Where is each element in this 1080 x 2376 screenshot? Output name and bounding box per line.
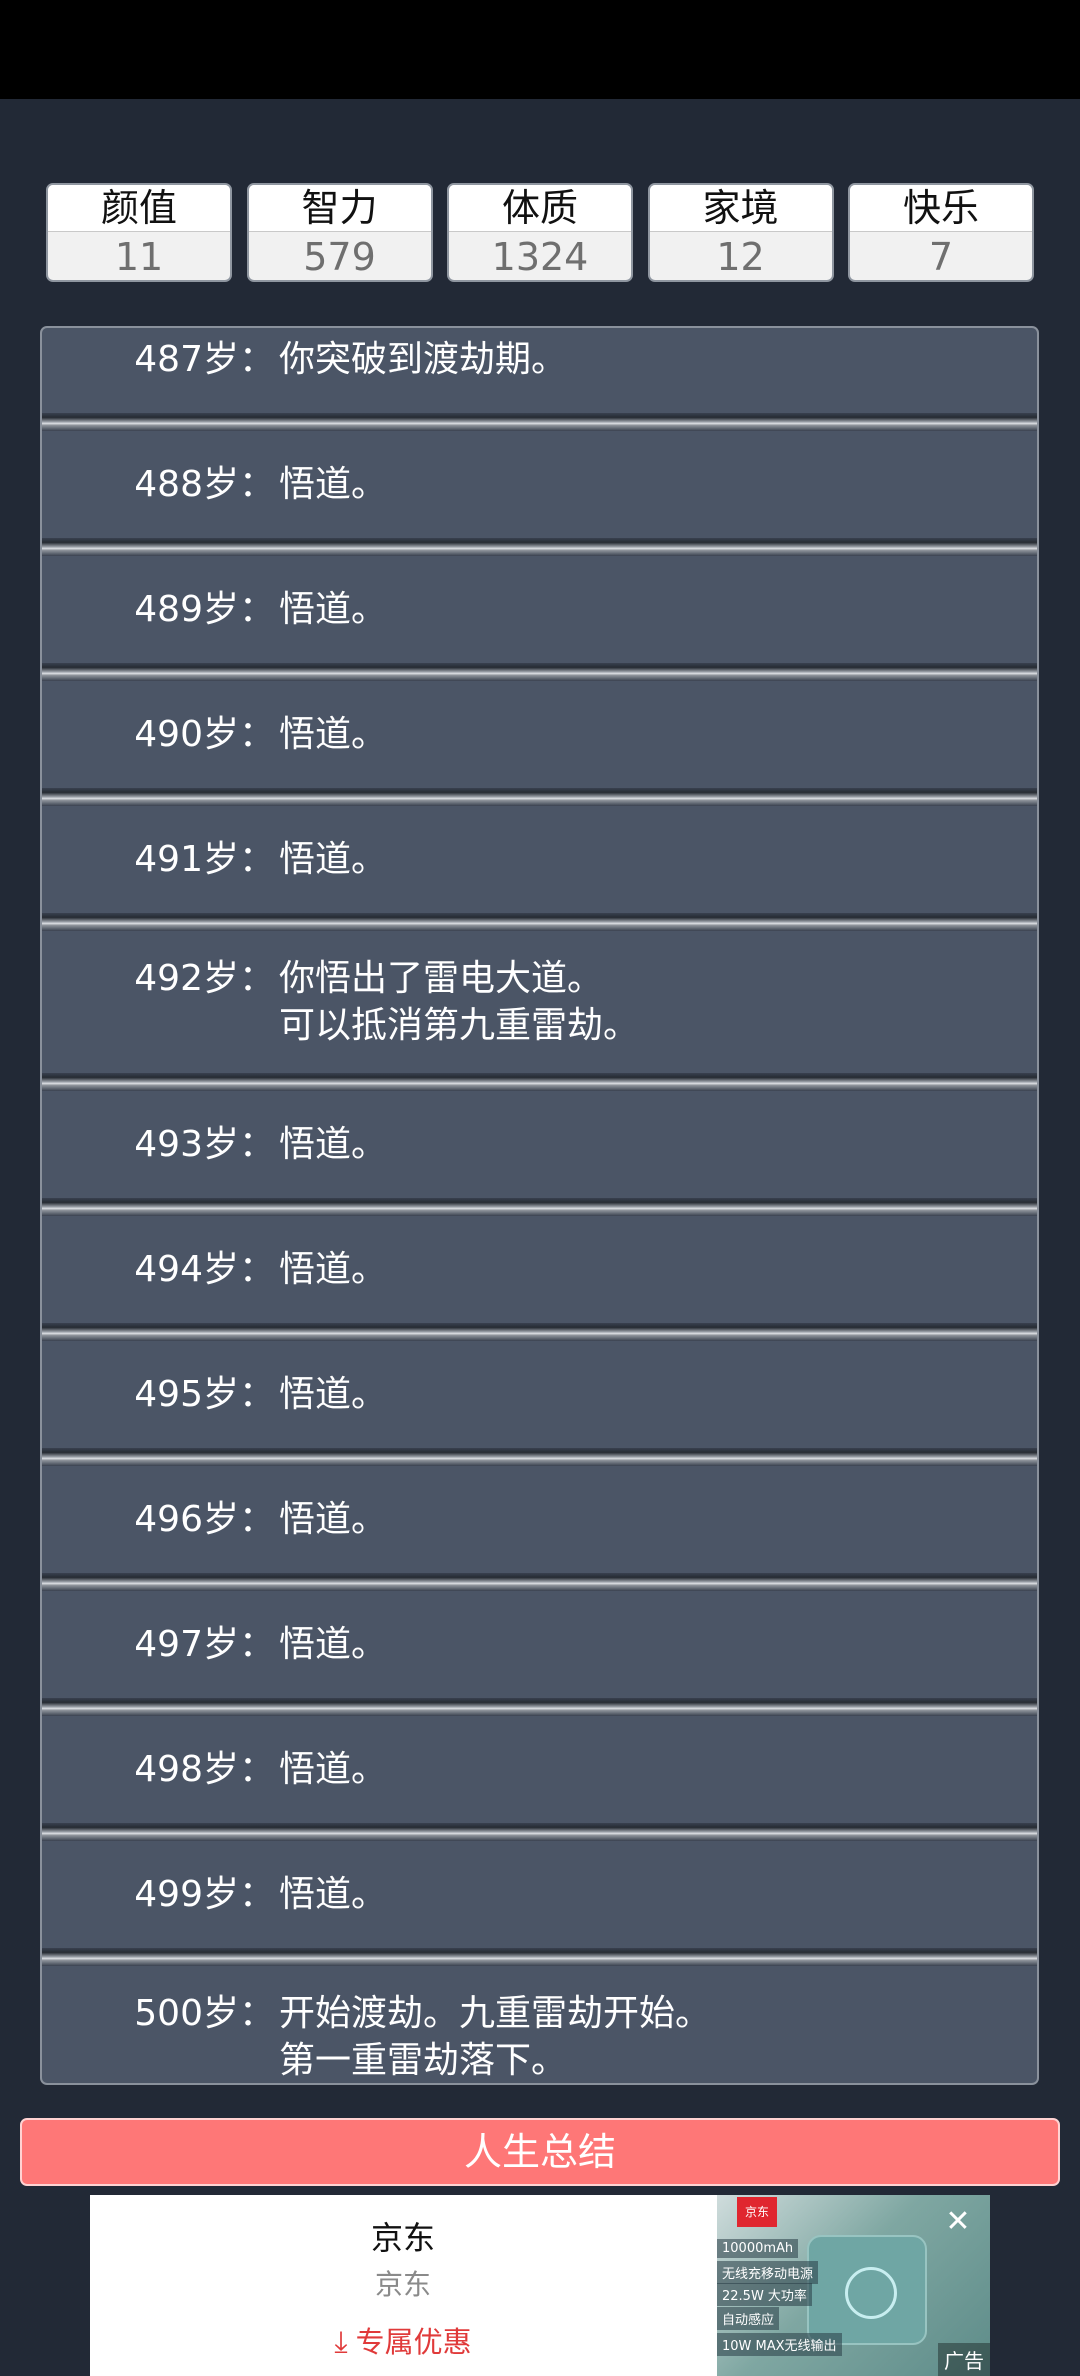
log-entry: 492岁： 你悟出了雷电大道。 可以抵消第九重雷劫。 xyxy=(42,931,1037,1091)
log-entry-age: 488岁： xyxy=(134,464,275,505)
ad-image-text: 22.5W 大功率 xyxy=(717,2283,812,2306)
power-bank-image xyxy=(807,2235,927,2345)
log-entry: 498岁： 悟道。 xyxy=(42,1716,1037,1841)
log-entry-age: 489岁： xyxy=(134,589,275,630)
log-entry-events: 你悟出了雷电大道。 可以抵消第九重雷劫。 xyxy=(275,955,639,1049)
log-entry-events: 悟道。 xyxy=(275,1746,387,1793)
stat-appearance: 颜值 11 xyxy=(46,183,232,282)
stat-label: 颜值 xyxy=(48,185,230,232)
life-log-list: 487岁： 你突破到渡劫期。 488岁： 悟道。 489岁： 悟道。 490岁： 悟道。 491… xyxy=(42,328,1037,2085)
log-entry: 500岁：开始渡劫。九重雷劫开始。第一重雷劫落下。第二重雷劫落下。第三重雷劫落下… xyxy=(42,1966,1037,2085)
ad-cta-label: 专属优惠 xyxy=(355,2325,472,2359)
ad-image-text: 自动感应 xyxy=(717,2307,780,2330)
stats-bar: 颜值 11 智力 579 体质 1324 家境 12 快乐 7 xyxy=(46,183,1034,283)
ad-image-text: 10W MAX无线输出 xyxy=(717,2333,842,2356)
stat-label: 体质 xyxy=(449,185,631,232)
log-entry: 488岁： 悟道。 xyxy=(42,431,1037,556)
log-entry: 490岁： 悟道。 xyxy=(42,681,1037,806)
stat-value: 579 xyxy=(303,235,376,279)
log-entry-age: 491岁： xyxy=(134,839,275,880)
log-entry-event: 你悟出了雷电大道。 xyxy=(279,958,604,999)
log-entry-events: 悟道。 xyxy=(275,586,387,633)
log-entry-events: 悟道。 xyxy=(275,1871,387,1918)
stat-value: 11 xyxy=(114,235,164,279)
log-entry-event: 开始渡劫。九重雷劫开始。 xyxy=(279,1993,712,2034)
log-entry-age: 500岁： xyxy=(134,1993,275,2034)
log-entry-event: 悟道。 xyxy=(279,714,388,755)
ad-image-text: 10000mAh xyxy=(717,2239,799,2258)
ad-image[interactable]: 京东 10000mAh 无线充移动电源 22.5W 大功率 自动感应 10W M… xyxy=(717,2195,990,2376)
log-entry: 494岁： 悟道。 xyxy=(42,1216,1037,1341)
stat-value: 1324 xyxy=(491,235,589,279)
ad-banner[interactable]: 京东 京东 ⤓ 专属优惠 京东 10000mAh 无线充移动电源 22.5W 大功… xyxy=(90,2195,990,2376)
log-entry-event: 悟道。 xyxy=(279,1749,388,1790)
log-entry: 499岁： 悟道。 xyxy=(42,1841,1037,1966)
close-icon[interactable]: ✕ xyxy=(941,2205,975,2239)
log-entry-event: 悟道。 xyxy=(279,839,388,880)
log-entry-age: 487岁： xyxy=(134,339,275,380)
log-entry-age: 496岁： xyxy=(134,1499,275,1540)
life-summary-button[interactable]: 人生总结 xyxy=(20,2118,1060,2186)
log-entry-events: 悟道。 xyxy=(275,1371,387,1418)
log-entry-age: 499岁： xyxy=(134,1874,275,1915)
stat-label: 快乐 xyxy=(850,185,1032,232)
ad-title: 京东 xyxy=(370,2219,435,2257)
log-entry-event: 悟道。 xyxy=(279,589,388,630)
log-entry-events: 你突破到渡劫期。 xyxy=(275,336,567,383)
log-entry-event: 悟道。 xyxy=(279,464,388,505)
log-entry-event: 第一重雷劫落下。 xyxy=(279,2040,568,2081)
log-entry-age: 495岁： xyxy=(134,1374,275,1415)
log-entry-events: 悟道。 xyxy=(275,1621,387,1668)
log-entry-events: 悟道。 xyxy=(275,711,387,758)
log-entry-age: 497岁： xyxy=(134,1624,275,1665)
log-entry-age: 493岁： xyxy=(134,1124,275,1165)
stat-intelligence: 智力 579 xyxy=(246,183,433,282)
log-entry: 496岁： 悟道。 xyxy=(42,1466,1037,1591)
log-entry-age: 494岁： xyxy=(134,1249,275,1290)
log-entry-event: 悟道。 xyxy=(279,1499,388,1540)
log-entry-age: 492岁： xyxy=(134,958,275,999)
log-entry: 491岁： 悟道。 xyxy=(42,806,1037,931)
life-log-panel[interactable]: 487岁： 你突破到渡劫期。 488岁： 悟道。 489岁： 悟道。 490岁： 悟道。 491… xyxy=(40,326,1039,2085)
log-entry-event: 悟道。 xyxy=(279,1624,388,1665)
log-entry-events: 悟道。 xyxy=(275,1496,387,1543)
log-entry-events: 悟道。 xyxy=(275,1246,387,1293)
ad-image-text: 无线充移动电源 xyxy=(717,2261,819,2284)
jd-logo-icon: 京东 xyxy=(737,2197,777,2227)
ad-subtitle: 京东 xyxy=(374,2268,431,2301)
log-entry-event: 可以抵消第九重雷劫。 xyxy=(279,1005,640,1046)
log-entry: 497岁： 悟道。 xyxy=(42,1591,1037,1716)
stat-happiness: 快乐 7 xyxy=(848,183,1034,282)
log-entry: 493岁： 悟道。 xyxy=(42,1091,1037,1216)
log-entry: 487岁： 你突破到渡劫期。 xyxy=(42,328,1037,431)
log-entry: 489岁： 悟道。 xyxy=(42,556,1037,681)
stat-value: 7 xyxy=(928,235,954,279)
ad-tag: 广告 xyxy=(938,2343,990,2376)
stat-label: 智力 xyxy=(248,185,431,232)
stat-label: 家境 xyxy=(649,185,832,232)
log-entry-event: 悟道。 xyxy=(279,1249,388,1290)
log-entry-age: 498岁： xyxy=(134,1749,275,1790)
log-entry-events: 悟道。 xyxy=(275,1121,387,1168)
stat-value: 12 xyxy=(716,235,765,279)
log-entry-event: 悟道。 xyxy=(279,1874,388,1915)
download-icon: ⤓ xyxy=(334,2325,348,2360)
status-bar xyxy=(0,0,1080,99)
log-entry-events: 悟道。 xyxy=(275,461,387,508)
log-entry: 495岁： 悟道。 xyxy=(42,1341,1037,1466)
log-entry-events: 开始渡劫。九重雷劫开始。第一重雷劫落下。第二重雷劫落下。第三重雷劫落下。第四重雷… xyxy=(275,1990,712,2085)
log-entry-event: 你突破到渡劫期。 xyxy=(279,339,568,380)
ad-cta-button[interactable]: ⤓ 专属优惠 xyxy=(90,2319,716,2361)
log-entry-age: 490岁： xyxy=(134,714,275,755)
log-entry-event: 悟道。 xyxy=(279,1124,388,1165)
log-entry-event: 悟道。 xyxy=(279,1374,388,1415)
stat-physique: 体质 1324 xyxy=(447,183,633,282)
log-entry-events: 悟道。 xyxy=(275,836,387,883)
stat-family: 家境 12 xyxy=(647,183,834,282)
log-entry-event: 第二重雷劫落下。 xyxy=(279,2084,711,2085)
